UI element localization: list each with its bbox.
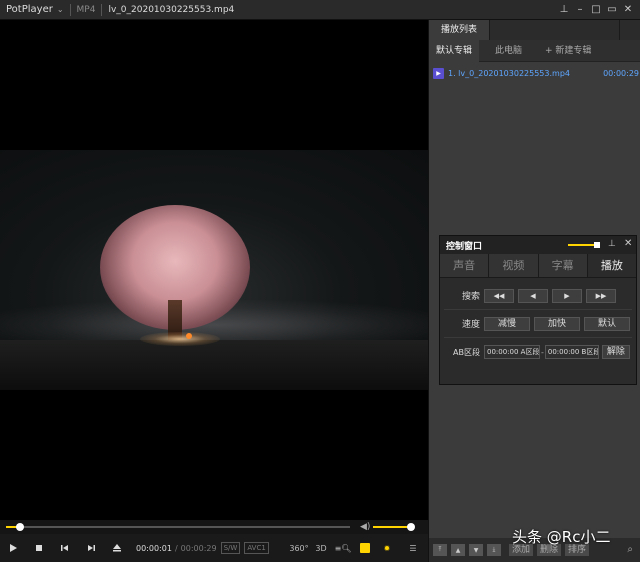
codec-badge[interactable]: AVC1: [244, 542, 269, 554]
tab-playlist[interactable]: 播放列表: [429, 20, 491, 40]
close-icon[interactable]: ✕: [624, 238, 632, 249]
pin-icon[interactable]: ⊥: [608, 239, 616, 249]
tab-empty: [490, 20, 619, 40]
ab-end-field[interactable]: 00:00:00 B区段: [544, 345, 599, 359]
3d-button[interactable]: 3D: [310, 534, 332, 562]
move-top-icon[interactable]: ⤒: [433, 544, 447, 556]
volume-icon[interactable]: ◀): [360, 522, 370, 532]
vr-360-button[interactable]: 360°: [288, 534, 310, 562]
tab-extra[interactable]: [619, 20, 640, 40]
previous-button[interactable]: [52, 534, 78, 562]
window-title: lv_0_20201030225553.mp4: [108, 4, 235, 15]
decoder-badge[interactable]: S/W: [220, 542, 241, 554]
file-format: MP4: [76, 4, 96, 15]
move-bottom-icon[interactable]: ⤓: [487, 544, 501, 556]
minimize-icon[interactable]: –: [572, 2, 588, 18]
ab-label: AB区段: [453, 347, 480, 357]
ab-row: AB区段 00:00:00 A区段 - 00:00:00 B区段 解除: [444, 338, 632, 366]
app-menu-button[interactable]: PotPlayer ⌄: [0, 4, 64, 15]
seek-buttons: ◀◀ ◀ ▶ ▶▶: [484, 288, 616, 303]
tab-playback[interactable]: 播放: [587, 254, 636, 277]
tab-video[interactable]: 视频: [489, 254, 539, 277]
stop-button[interactable]: [26, 534, 52, 562]
volume-level: [373, 526, 411, 528]
zoom-search-icon[interactable]: ≡🔍︎: [332, 534, 354, 562]
fullscreen-icon[interactable]: ▭: [604, 2, 620, 18]
video-file-icon: ▶: [433, 67, 444, 79]
rewind-fast-button[interactable]: ◀◀: [484, 288, 514, 303]
ab-dash: -: [541, 347, 544, 357]
play-button[interactable]: [0, 534, 26, 562]
stop-icon: [36, 545, 42, 551]
video-frame: [0, 150, 428, 390]
current-time: 00:00:01: [136, 543, 172, 553]
control-body: 搜索 ◀◀ ◀ ▶ ▶▶ 速度 减慢 加快 默认 AB区段 00:00:00 A…: [440, 278, 636, 370]
playlist-tabs: 播放列表: [429, 20, 640, 40]
rewind-button[interactable]: ◀: [518, 288, 548, 303]
album-tab-new[interactable]: + 新建专辑: [538, 40, 598, 62]
ground: [0, 340, 428, 390]
ground-light: [140, 332, 220, 346]
tab-audio[interactable]: 声音: [440, 254, 490, 277]
light-spark: [186, 333, 192, 339]
maximize-icon[interactable]: □: [588, 2, 604, 18]
play-icon: [10, 544, 17, 552]
separator: [69, 3, 71, 16]
seek-handle[interactable]: [15, 523, 24, 531]
speed-label: 速度: [461, 320, 480, 330]
opacity-handle[interactable]: [594, 242, 600, 248]
control-bar: 00:00:01 / 00:00:29 S/W AVC1 360° 3D ≡🔍︎…: [0, 534, 428, 562]
move-up-icon[interactable]: ▲: [451, 544, 465, 556]
control-window-titlebar[interactable]: 控制窗口 ⊥ ✕: [440, 236, 636, 254]
close-icon[interactable]: ✕: [620, 2, 636, 18]
faster-button[interactable]: 加快: [534, 316, 580, 331]
album-tab-default[interactable]: 默认专辑: [429, 40, 480, 62]
video-viewport[interactable]: [0, 20, 428, 520]
pin-icon[interactable]: ⊥: [556, 2, 572, 18]
app-name: PotPlayer: [6, 4, 53, 15]
next-button[interactable]: [78, 534, 104, 562]
title-bar: PotPlayer ⌄ MP4 lv_0_20201030225553.mp4 …: [0, 0, 640, 20]
watermark: 头条 @Rc小二: [512, 528, 611, 546]
tab-subtitle[interactable]: 字幕: [538, 254, 588, 277]
eject-button[interactable]: [104, 534, 130, 562]
time-separator: /: [174, 543, 178, 553]
volume-slider[interactable]: [373, 523, 415, 531]
move-down-icon[interactable]: ▼: [469, 544, 483, 556]
control-bar-right: 360° 3D ≡🔍︎ ✹ ☰: [288, 534, 428, 562]
control-window-title: 控制窗口: [446, 241, 483, 252]
playlist-item-name: 1. lv_0_20201030225553.mp4: [448, 68, 570, 78]
ab-clear-button[interactable]: 解除: [601, 345, 630, 359]
ab-start-field[interactable]: 00:00:00 A区段: [484, 345, 540, 359]
separator: [101, 3, 103, 16]
gear-icon[interactable]: ✹: [376, 534, 398, 562]
seek-bar-area: ◀): [0, 520, 428, 534]
playlist-item[interactable]: ▶ 1. lv_0_20201030225553.mp4 00:00:29: [433, 66, 639, 80]
playlist-item-duration: 00:00:29: [603, 68, 639, 78]
speed-row: 速度 减慢 加快 默认: [444, 310, 632, 338]
control-window: 控制窗口 ⊥ ✕ 声音 视频 字幕 播放 搜索 ◀◀ ◀ ▶ ▶▶ 速度 减慢 …: [439, 235, 637, 385]
slower-button[interactable]: 减慢: [484, 316, 530, 331]
speed-buttons: 减慢 加快 默认: [484, 316, 630, 331]
menu-icon[interactable]: ☰: [398, 534, 428, 562]
control-tabs: 声音 视频 字幕 播放: [440, 254, 636, 278]
album-tab-this-pc[interactable]: 此电脑: [479, 40, 538, 62]
search-label: 搜索: [461, 292, 480, 302]
chevron-down-icon: ⌄: [56, 5, 64, 14]
forward-button[interactable]: ▶: [552, 288, 582, 303]
search-icon[interactable]: ⌕: [627, 544, 633, 555]
total-time: 00:00:29: [180, 543, 217, 553]
subtitle-toggle-icon[interactable]: [354, 534, 376, 562]
album-tabs: 默认专辑 此电脑 + 新建专辑: [429, 40, 640, 62]
skip-forward-icon: [88, 545, 95, 551]
volume-handle[interactable]: [407, 523, 415, 531]
search-row: 搜索 ◀◀ ◀ ▶ ▶▶: [444, 282, 632, 310]
skip-back-icon: [61, 545, 68, 551]
opacity-slider[interactable]: [568, 242, 600, 248]
eject-icon: [113, 544, 121, 552]
seek-bar[interactable]: [6, 523, 350, 531]
default-speed-button[interactable]: 默认: [584, 316, 630, 331]
forward-fast-button[interactable]: ▶▶: [586, 288, 616, 303]
window-controls: ⊥ – □ ▭ ✕: [556, 2, 636, 18]
